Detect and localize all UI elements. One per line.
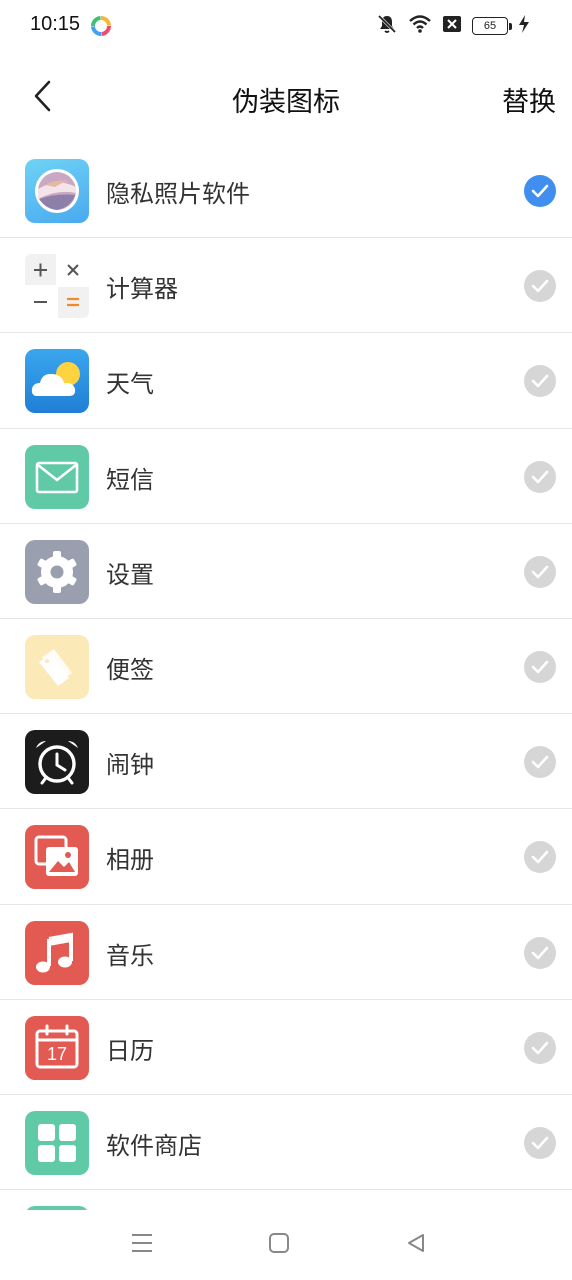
- icon-option-label: 音乐: [106, 941, 154, 970]
- unselected-check-icon[interactable]: [524, 841, 556, 874]
- unselected-check-icon[interactable]: [524, 936, 556, 969]
- icon-option-settings[interactable]: 设置: [0, 524, 572, 619]
- icon-option-label: 隐私照片软件: [106, 180, 250, 208]
- replace-button[interactable]: 替换: [502, 80, 556, 119]
- header: 伪装图标 替换: [0, 60, 572, 136]
- calculator-icon: [25, 254, 89, 319]
- app-store-icon: [25, 1110, 89, 1175]
- icon-option-weather[interactable]: 天气: [0, 333, 572, 429]
- icon-option-calculator[interactable]: 计算器: [0, 238, 572, 334]
- icon-option-label: 设置: [106, 560, 154, 589]
- system-nav-bar: [0, 1210, 572, 1280]
- icon-option-label: 相册: [106, 846, 154, 875]
- icon-option-label: 短信: [106, 465, 154, 494]
- unselected-check-icon[interactable]: [524, 460, 556, 493]
- icon-option-label: 天气: [106, 370, 154, 399]
- recent-apps-button[interactable]: [129, 1232, 155, 1258]
- alarm-icon: [25, 730, 89, 795]
- page-title: 伪装图标: [232, 87, 340, 118]
- unselected-check-icon[interactable]: [524, 1126, 556, 1159]
- message-icon: [25, 444, 89, 509]
- unselected-check-icon[interactable]: [524, 555, 556, 588]
- status-bar: 10:15 65: [0, 0, 572, 52]
- home-button[interactable]: [266, 1232, 292, 1258]
- status-indicators: 65: [376, 14, 530, 38]
- unselected-check-icon[interactable]: [524, 746, 556, 779]
- settings-icon: [25, 539, 89, 604]
- icon-option-calendar[interactable]: 17 日历: [0, 1000, 572, 1095]
- gallery-icon: [25, 825, 89, 890]
- disguise-icon-list: 隐私照片软件 计算器 天气 短信 设置 便签 闹钟 相册 音乐 17 日历 软件…: [0, 143, 572, 1210]
- selected-check-icon[interactable]: [524, 175, 556, 207]
- icon-option-alarm[interactable]: 闹钟: [0, 714, 572, 810]
- icon-option-message[interactable]: 短信: [0, 429, 572, 524]
- unselected-check-icon[interactable]: [524, 650, 556, 683]
- charging-icon: [518, 14, 530, 38]
- icon-option-gallery[interactable]: 相册: [0, 809, 572, 905]
- unselected-check-icon[interactable]: [524, 270, 556, 303]
- unselected-check-icon[interactable]: [524, 365, 556, 398]
- battery-icon: 65: [472, 17, 512, 35]
- music-icon: [25, 920, 89, 985]
- battery-level: 65: [483, 20, 497, 32]
- icon-option-label: 日历: [106, 1036, 154, 1065]
- icon-option-label: 便签: [106, 655, 154, 684]
- back-triangle-icon: [405, 1232, 427, 1258]
- icon-option-partial[interactable]: [0, 1190, 572, 1210]
- weather-icon: [25, 349, 89, 414]
- home-square-icon: [268, 1232, 290, 1258]
- app-logo-icon: [91, 16, 111, 36]
- private-photo-icon: [25, 159, 89, 223]
- no-sim-icon: [442, 15, 462, 37]
- icon-option-app-store[interactable]: 软件商店: [0, 1095, 572, 1191]
- menu-icon: [130, 1232, 154, 1258]
- notes-icon: [25, 634, 89, 699]
- icon-option-music[interactable]: 音乐: [0, 905, 572, 1000]
- system-back-button[interactable]: [403, 1232, 429, 1258]
- status-time: 10:15: [30, 13, 81, 35]
- calendar-icon: 17: [25, 1015, 89, 1080]
- mute-icon: [376, 13, 398, 39]
- icon-option-private-photo[interactable]: 隐私照片软件: [0, 143, 572, 239]
- calendar-day-text: 17: [46, 1043, 68, 1064]
- unselected-check-icon[interactable]: [524, 1031, 556, 1064]
- wifi-icon: [408, 14, 432, 38]
- icon-option-label: 软件商店: [106, 1131, 202, 1160]
- icon-option-label: 闹钟: [106, 751, 154, 780]
- icon-option-label: 计算器: [106, 275, 178, 304]
- icon-option-notes[interactable]: 便签: [0, 619, 572, 715]
